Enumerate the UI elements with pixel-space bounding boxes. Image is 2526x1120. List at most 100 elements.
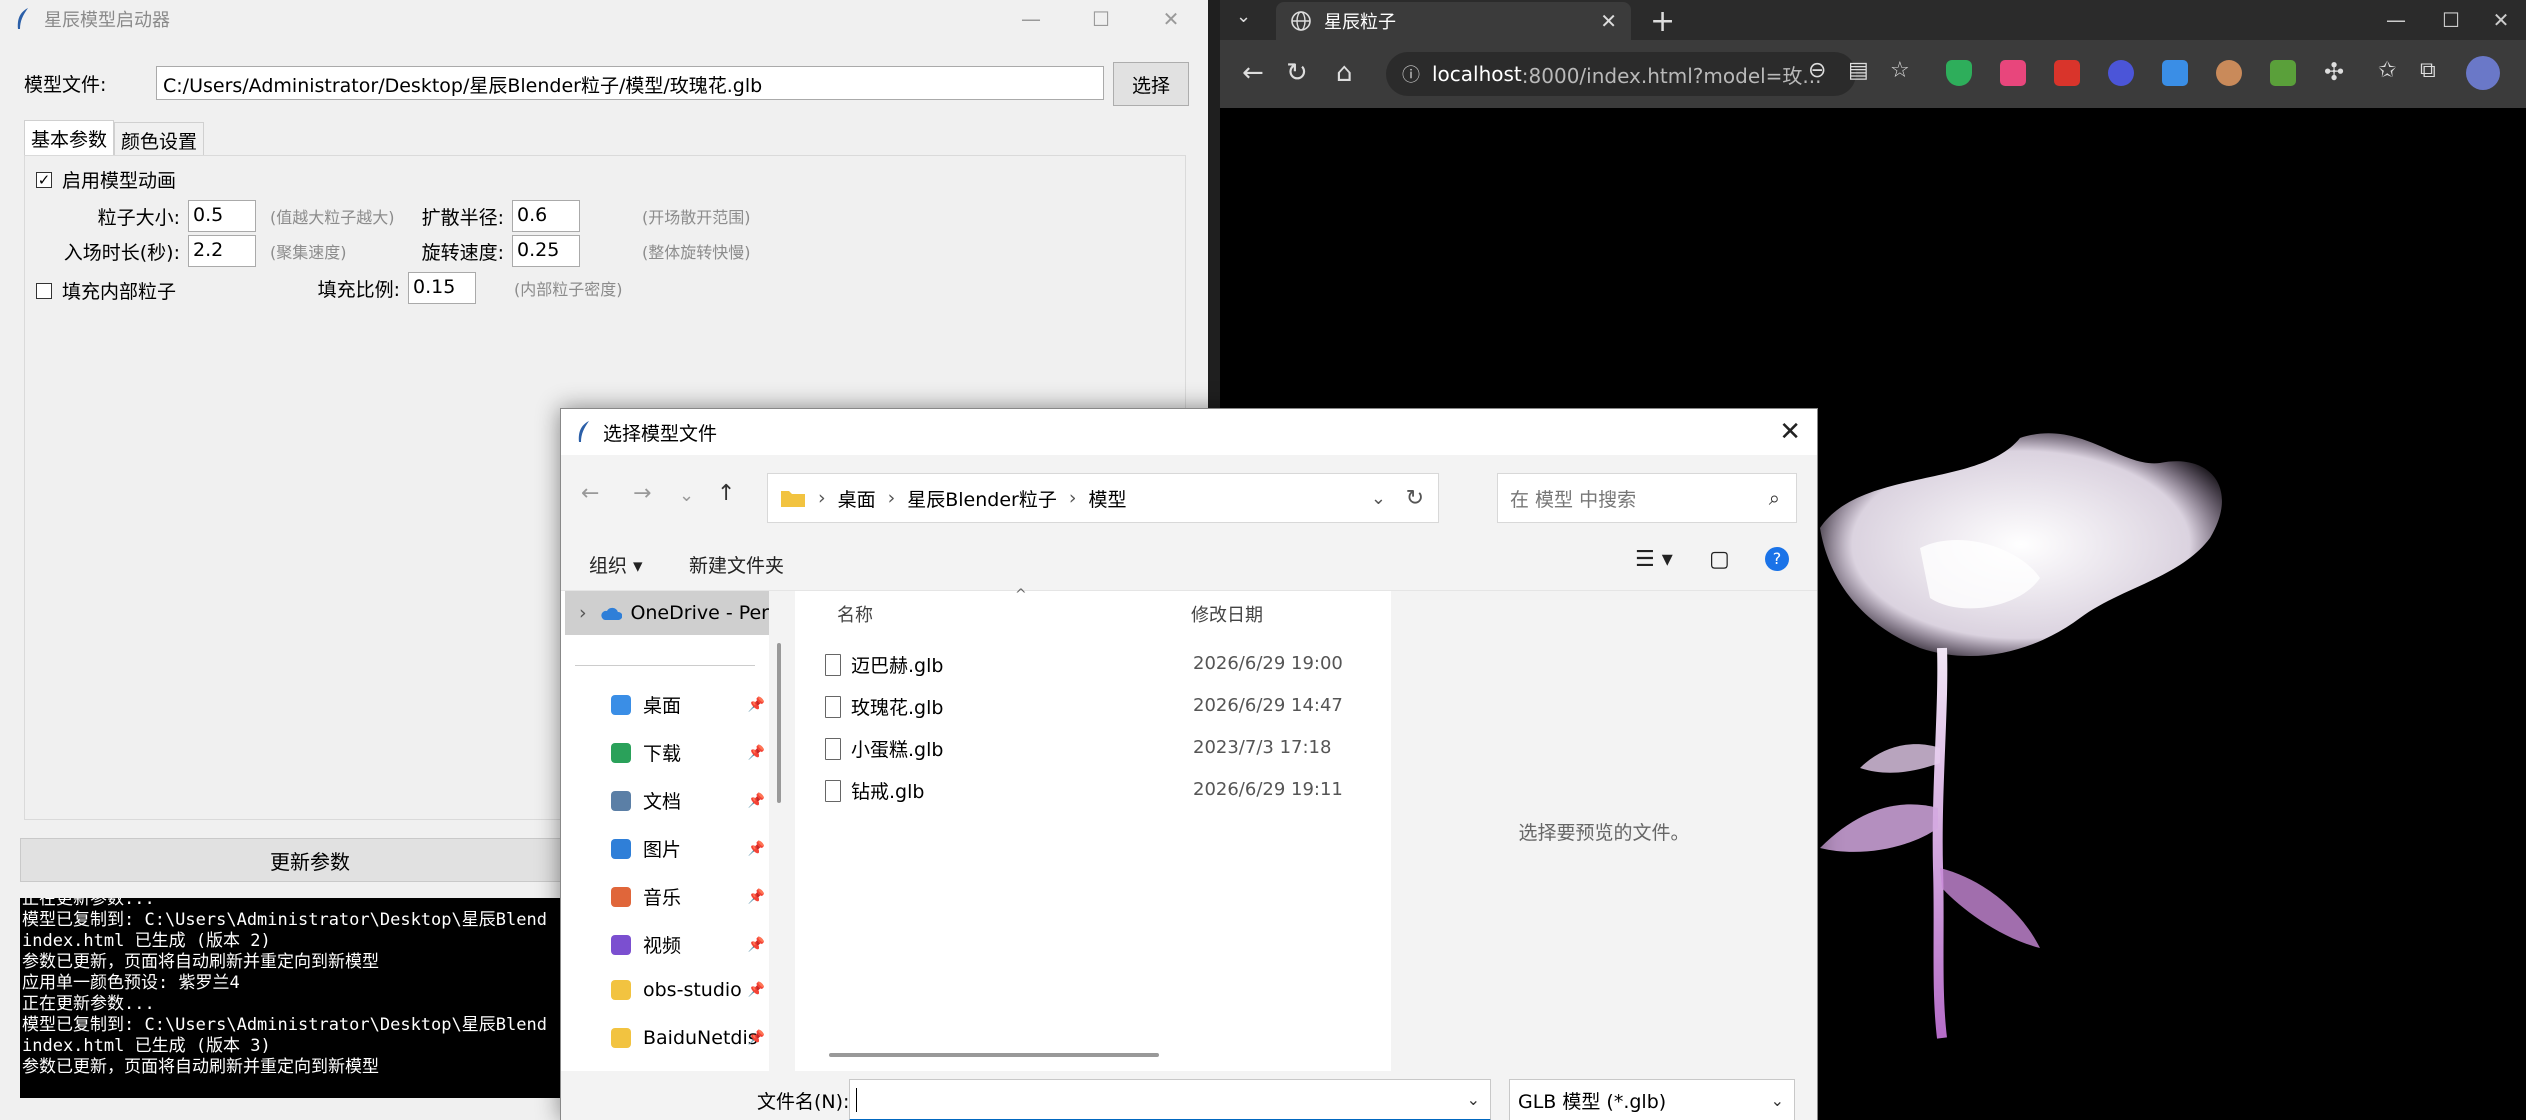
expand-chevron-icon: › <box>579 602 587 624</box>
dialog-forward-icon[interactable]: → <box>633 481 651 506</box>
file-date: 2026/6/29 19:00 <box>1193 653 1343 674</box>
dialog-close-icon[interactable]: ✕ <box>1779 417 1801 447</box>
nav-item[interactable]: 视频 📌 <box>611 931 765 958</box>
tab-actions-chevron-icon[interactable]: ⌄ <box>1236 6 1251 27</box>
file-row[interactable]: 迈巴赫.glb <box>825 651 943 678</box>
red-extension-icon[interactable] <box>2054 60 2080 86</box>
browser-maximize-button[interactable]: ☐ <box>2426 0 2476 40</box>
home-icon[interactable]: ⌂ <box>1336 58 1353 88</box>
select-model-button[interactable]: 选择 <box>1113 62 1189 106</box>
dialog-search-input[interactable]: 在 模型 中搜索 ⌕ <box>1497 473 1797 523</box>
browser-tab[interactable]: 星辰粒子 ✕ <box>1276 2 1631 40</box>
dialog-back-icon[interactable]: ← <box>581 481 599 506</box>
file-name: 迈巴赫.glb <box>851 655 944 677</box>
model-path-input[interactable]: C:/Users/Administrator/Desktop/星辰Blender… <box>156 66 1104 100</box>
filetype-select[interactable]: GLB 模型 (*.glb) ⌄ <box>1509 1079 1795 1120</box>
tab-basic-params[interactable]: 基本参数 <box>24 120 115 160</box>
tab-close-icon[interactable]: ✕ <box>1600 9 1617 33</box>
back-arrow-icon[interactable]: ← <box>1242 58 1264 88</box>
breadcrumb-desktop[interactable]: 桌面 <box>838 485 876 512</box>
reader-mode-icon[interactable]: ▤ <box>1848 58 1869 83</box>
column-name-header[interactable]: 名称 <box>837 601 873 627</box>
collections-icon[interactable]: ⧉ <box>2420 58 2436 83</box>
refresh-icon[interactable]: ↻ <box>1286 58 1308 88</box>
profile-avatar[interactable] <box>2466 56 2500 90</box>
translate-extension-icon[interactable] <box>2000 60 2026 86</box>
nav-item[interactable]: obs-studio 📌 <box>611 979 765 1001</box>
shield-extension-icon[interactable] <box>1946 60 1972 86</box>
recent-chevron-icon[interactable]: ⌄ <box>679 485 694 506</box>
breadcrumb-project[interactable]: 星辰Blender粒子 <box>907 485 1057 512</box>
favorite-star-icon[interactable]: ☆ <box>1890 58 1910 83</box>
new-folder-button[interactable]: 新建文件夹 <box>689 551 784 578</box>
view-list-icon[interactable]: ☰ ▾ <box>1635 547 1673 572</box>
browser-close-button[interactable]: ✕ <box>2476 0 2526 40</box>
dialog-bottom-row: 文件名(N): ⌄ GLB 模型 (*.glb) ⌄ <box>561 1071 1817 1120</box>
nav-item[interactable]: 下载 📌 <box>611 739 765 766</box>
up-arrow-icon[interactable]: ↑ <box>717 481 735 506</box>
file-row[interactable]: 玫瑰花.glb <box>825 693 943 720</box>
entry-duration-label: 入场时长(秒): <box>63 241 180 264</box>
rotation-speed-field: 旋转速度: 0.25 (整体旋转快慢) <box>400 235 751 267</box>
nav-item-icon <box>611 790 631 811</box>
nav-onedrive[interactable]: › OneDrive - Per <box>565 591 769 635</box>
address-dropdown-icon[interactable]: ⌄ <box>1371 488 1386 509</box>
blue-circle-extension-icon[interactable] <box>2108 60 2134 86</box>
favorites-icon[interactable]: ✩ <box>2378 58 2396 83</box>
filename-label: 文件名(N): <box>757 1091 850 1113</box>
refresh-icon[interactable]: ↻ <box>1406 486 1424 511</box>
new-tab-plus-icon[interactable]: + <box>1650 4 1675 39</box>
fill-inner-checkbox[interactable]: 填充内部粒子 <box>36 277 176 304</box>
maximize-button[interactable]: ☐ <box>1066 0 1136 38</box>
nav-item-icon <box>611 1028 631 1048</box>
update-params-button[interactable]: 更新参数 <box>20 838 600 882</box>
model-file-row: 模型文件: C:/Users/Administrator/Desktop/星辰B… <box>24 66 1104 100</box>
zoom-out-icon[interactable]: ⊖ <box>1808 58 1826 83</box>
minimize-button[interactable]: — <box>996 0 1066 38</box>
text-caret <box>856 1088 857 1112</box>
nav-item[interactable]: 桌面 📌 <box>611 691 765 718</box>
breadcrumb-models[interactable]: 模型 <box>1088 485 1126 512</box>
pin-icon: 📌 <box>747 696 765 713</box>
browser-minimize-button[interactable]: — <box>2366 0 2426 40</box>
breadcrumb-separator: › <box>887 487 896 509</box>
nav-scrollbar[interactable] <box>777 643 781 803</box>
extensions-puzzle-icon[interactable]: ✣ <box>2324 58 2344 86</box>
column-date-header[interactable]: 修改日期 <box>1191 601 1263 627</box>
green-extension-icon[interactable] <box>2270 60 2296 86</box>
close-button[interactable]: ✕ <box>1136 0 1206 38</box>
file-row[interactable]: 钻戒.glb <box>825 777 924 804</box>
nav-item[interactable]: 图片 📌 <box>611 835 765 862</box>
face-extension-icon[interactable] <box>2216 60 2242 86</box>
fill-ratio-input[interactable]: 0.15 <box>408 272 476 304</box>
breadcrumb[interactable]: › 桌面 › 星辰Blender粒子 › 模型 ⌄ ↻ <box>767 473 1439 523</box>
nav-item[interactable]: 音乐 📌 <box>611 883 765 910</box>
spread-radius-input[interactable]: 0.6 <box>512 200 580 232</box>
info-icon: ⓘ <box>1402 65 1420 86</box>
preview-pane-icon[interactable]: ▢ <box>1709 547 1730 572</box>
cloud-icon <box>600 607 622 620</box>
copy-extension-icon[interactable] <box>2162 60 2188 86</box>
pin-icon: 📌 <box>747 936 765 953</box>
file-icon <box>825 653 841 676</box>
globe-icon <box>1291 11 1311 31</box>
entry-duration-input[interactable]: 2.2 <box>188 235 256 267</box>
nav-item[interactable]: 文档 📌 <box>611 787 765 814</box>
address-bar[interactable]: ⓘ localhost:8000/index.html?model=玫... <box>1386 52 1856 96</box>
browser-tab-title: 星辰粒子 <box>1324 12 1396 33</box>
nav-item[interactable]: BaiduNetdis 📌 <box>611 1027 765 1049</box>
organize-button[interactable]: 组织 ▾ <box>589 551 643 578</box>
folder-icon <box>781 491 805 507</box>
console-line: 参数已更新，页面将自动刷新并重定向到新模型 <box>22 1057 379 1077</box>
filename-dropdown-icon[interactable]: ⌄ <box>1467 1090 1480 1109</box>
help-icon[interactable]: ? <box>1765 547 1789 571</box>
particle-size-input[interactable]: 0.5 <box>188 200 256 232</box>
rotation-speed-hint: (整体旋转快慢) <box>642 243 751 262</box>
enable-animation-checkbox[interactable]: ✓ 启用模型动画 <box>36 166 176 193</box>
rotation-speed-input[interactable]: 0.25 <box>512 235 580 267</box>
filename-input[interactable]: ⌄ <box>849 1079 1491 1120</box>
file-row[interactable]: 小蛋糕.glb <box>825 735 943 762</box>
file-list-scrollbar[interactable] <box>829 1053 1159 1057</box>
file-date: 2026/6/29 19:11 <box>1193 779 1343 800</box>
pin-icon: 📌 <box>747 1030 765 1046</box>
